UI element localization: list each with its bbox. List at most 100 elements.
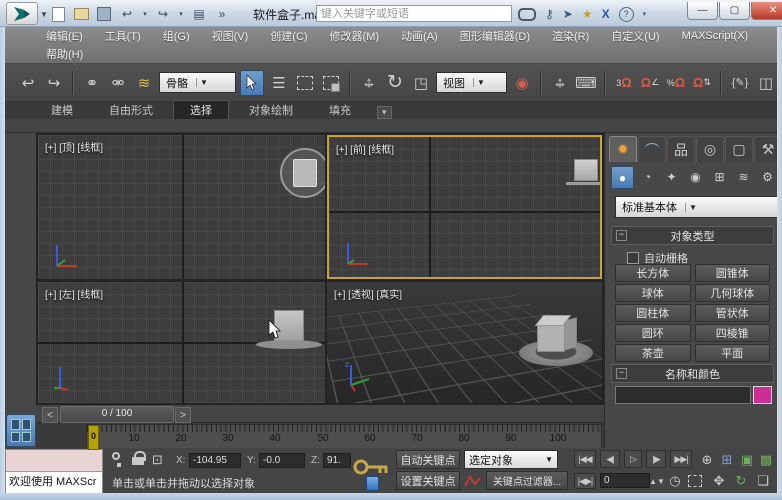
scene-object-top-view[interactable] (280, 148, 325, 198)
modify-tab-icon[interactable]: ⌒ (638, 136, 666, 162)
menu-graph-editors[interactable]: 图形编辑器(D) (449, 28, 541, 44)
lights-icon[interactable]: ✦ (661, 166, 682, 187)
viewport-top[interactable]: [+] [顶] [线框] (38, 135, 325, 279)
listener-macro-row[interactable] (6, 450, 102, 472)
time-configuration-icon[interactable]: ◷ (666, 473, 684, 489)
undo-icon[interactable]: ↩ (119, 6, 135, 22)
frame-back-button[interactable]: < (42, 407, 58, 423)
menu-views[interactable]: 视图(V) (201, 28, 260, 44)
hierarchy-tab-icon[interactable]: 品 (667, 136, 695, 162)
systems-icon[interactable]: ⚙ (757, 166, 778, 187)
project-folder-icon[interactable]: ▤ (191, 6, 207, 22)
exchange-x-icon[interactable]: X (602, 7, 610, 21)
maxscript-mini-listener[interactable]: 欢迎使用 MAXScr (5, 449, 103, 494)
space-warps-icon[interactable]: ≋ (733, 166, 754, 187)
go-to-start-button[interactable]: |◀◀ (574, 450, 596, 468)
track-bar[interactable]: 0 10 20 30 40 50 60 70 80 90 100 (36, 423, 604, 448)
ribbon-tab-freeform[interactable]: 自由形式 (93, 101, 169, 119)
window-crossing-icon[interactable] (320, 71, 342, 95)
create-tab-icon[interactable]: ✹ (609, 136, 637, 162)
ribbon-tab-object-paint[interactable]: 对象绘制 (233, 101, 309, 119)
set-key-button[interactable]: 设置关键点 (396, 471, 460, 490)
time-marker[interactable]: 0 (88, 425, 99, 450)
teapot-button[interactable]: 茶壶 (615, 344, 691, 362)
viewport-left[interactable]: [+] [左] [线框] (38, 282, 325, 403)
name-color-rollout[interactable]: − 名称和颜色 (611, 364, 774, 383)
transform-gizmo-icon[interactable]: ⊡ (152, 452, 163, 468)
scene-object-front-view[interactable] (566, 159, 602, 185)
geometry-icon[interactable]: ● (611, 166, 634, 189)
infocenter-search-input[interactable]: 键入关键字或短语 (316, 5, 512, 22)
pan-hand-icon[interactable]: ✥ (710, 473, 728, 489)
object-name-input[interactable] (615, 386, 751, 404)
scene-object-left-view[interactable] (256, 310, 322, 349)
named-selection-sets-icon[interactable]: {✎} (729, 71, 751, 95)
menu-animation[interactable]: 动画(A) (390, 28, 449, 44)
collapse-icon[interactable]: − (616, 368, 627, 379)
ribbon-tab-modeling[interactable]: 建模 (35, 101, 89, 119)
viewport-front[interactable]: [+] [前] [线框] (327, 135, 602, 279)
zoom-icon[interactable]: ⊕ (698, 451, 716, 468)
select-and-rotate-icon[interactable]: ↻ (384, 71, 406, 95)
selection-lock-icon[interactable] (132, 451, 144, 466)
rectangular-selection-region-icon[interactable] (294, 71, 316, 95)
menu-edit[interactable]: 编辑(E) (35, 28, 94, 44)
select-by-name-icon[interactable]: ☰ (268, 71, 290, 95)
next-frame-button[interactable]: |▶ (646, 450, 666, 468)
viewport-perspective[interactable]: [+] [透视] [真实] z (327, 282, 602, 403)
new-scene-icon[interactable] (50, 6, 66, 22)
keyboard-shortcut-override-icon[interactable]: ⌨ (575, 71, 597, 95)
shapes-icon[interactable]: ◔ (637, 166, 658, 187)
ribbon-tab-selection[interactable]: 选择 (173, 100, 229, 119)
reference-coordinate-dropdown[interactable]: 视图▼ (436, 72, 507, 93)
key-filters-button[interactable]: 关键点过滤器... (486, 471, 568, 490)
x-coordinate-field[interactable]: -104.95 (189, 453, 241, 468)
listener-text[interactable]: 欢迎使用 MAXScr (6, 472, 102, 494)
primitive-category-dropdown[interactable]: 标准基本体▼ (615, 196, 780, 218)
tube-button[interactable]: 管状体 (695, 304, 771, 322)
zoom-all-icon[interactable]: ⊞ (718, 451, 736, 468)
select-and-manipulate-icon[interactable]: ↔↕ (549, 71, 571, 95)
pyramid-button[interactable]: 四棱锥 (695, 324, 771, 342)
help-icon[interactable]: ? (619, 7, 634, 22)
menu-tools[interactable]: 工具(T) (94, 28, 152, 44)
isolate-selection-icon[interactable] (112, 452, 120, 460)
y-coordinate-field[interactable]: -0.0 (259, 453, 305, 468)
menu-customize[interactable]: 自定义(U) (600, 28, 670, 44)
select-and-link-icon[interactable]: ⚭ (81, 71, 103, 95)
search-icon[interactable] (518, 8, 536, 21)
motion-tab-icon[interactable]: ◎ (696, 136, 724, 162)
box-button[interactable]: 长方体 (615, 264, 691, 282)
current-frame-field[interactable]: 0 (600, 473, 650, 488)
go-to-end-button[interactable]: ▶▶| (670, 450, 692, 468)
previous-frame-button[interactable]: ◀| (600, 450, 620, 468)
viewport-layout-button[interactable] (6, 414, 36, 447)
communication-cursor-icon[interactable]: ➤ (563, 7, 573, 21)
viewport-perspective-label[interactable]: [+] [透视] [真实] (334, 286, 402, 301)
maximize-button[interactable]: ▢ (719, 2, 750, 20)
viewport-front-label[interactable]: [+] [前] [线框] (336, 141, 394, 156)
play-button[interactable]: ▷ (624, 450, 642, 468)
orbit-icon[interactable]: ↻ (732, 473, 750, 489)
display-tab-icon[interactable]: ▢ (725, 136, 753, 162)
subscription-key-icon[interactable]: ⚷ (545, 7, 554, 21)
sphere-button[interactable]: 球体 (615, 284, 691, 302)
selection-filter-dropdown[interactable]: 骨骼▼ (159, 72, 236, 93)
time-slider[interactable]: 0 / 100 (60, 406, 174, 423)
redo-caret-icon[interactable]: ▾ (178, 6, 184, 22)
viewport-top-label[interactable]: [+] [顶] [线框] (45, 139, 103, 154)
geosphere-button[interactable]: 几何球体 (695, 284, 771, 302)
favorites-star-icon[interactable]: ★ (582, 7, 593, 21)
notification-icon[interactable] (366, 476, 379, 491)
undo-icon[interactable]: ↩ (17, 71, 39, 95)
object-color-swatch[interactable] (753, 386, 772, 404)
menu-help[interactable]: 帮助(H) (35, 46, 94, 62)
menu-create[interactable]: 创建(C) (259, 28, 318, 44)
menu-maxscript[interactable]: MAXScript(X) (671, 30, 760, 42)
select-object-button[interactable] (240, 70, 264, 96)
ribbon-minimize-icon[interactable]: ▾ (377, 106, 392, 119)
menu-rendering[interactable]: 渲染(R) (541, 28, 600, 44)
app-menu-caret-icon[interactable]: ▼ (40, 10, 48, 19)
menu-group[interactable]: 组(G) (152, 28, 201, 44)
zoom-region-icon[interactable] (688, 475, 702, 487)
